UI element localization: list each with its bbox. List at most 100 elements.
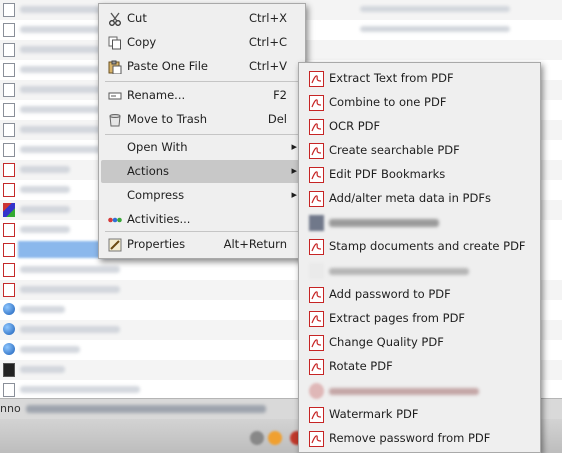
shortcut-label: Ctrl+X	[249, 11, 287, 25]
pdf-icon	[309, 167, 324, 183]
action-ocr[interactable]: OCR PDF	[301, 115, 538, 138]
menu-item-compress[interactable]: Compress ▸	[101, 184, 303, 207]
pdf-icon	[309, 143, 324, 159]
menu-item-label: Copy	[127, 35, 157, 49]
menu-item-move-to-trash[interactable]: Move to Trash Del	[101, 108, 303, 131]
context-menu: Cut Ctrl+X Copy Ctrl+C Paste One File Ct…	[98, 3, 306, 259]
menu-item-label: Cut	[127, 11, 147, 25]
taskbar-app-icon[interactable]	[250, 431, 264, 445]
properties-icon	[108, 238, 122, 252]
action-stamp[interactable]: Stamp documents and create PDF	[301, 235, 538, 258]
pdf-file-icon	[3, 223, 15, 237]
menu-item-cut[interactable]: Cut Ctrl+X	[101, 7, 303, 30]
pdf-icon	[309, 119, 324, 135]
action-watermark[interactable]: Watermark PDF	[301, 403, 538, 426]
pdf-icon	[309, 239, 324, 255]
menu-item-properties[interactable]: Properties Alt+Return	[101, 233, 303, 256]
text-file-icon	[3, 383, 15, 397]
text-file-icon	[3, 123, 15, 137]
text-file-icon	[3, 43, 15, 57]
pdf-icon	[309, 431, 324, 447]
blank-icon	[309, 263, 324, 279]
text-file-icon	[3, 23, 15, 37]
action-label: Change Quality PDF	[329, 335, 444, 349]
action-add-password[interactable]: Add password to PDF	[301, 283, 538, 306]
blank-icon	[309, 383, 324, 399]
pdf-file-icon	[3, 263, 15, 277]
action-edit-bookmarks[interactable]: Edit PDF Bookmarks	[301, 163, 538, 186]
action-extract-text[interactable]: Extract Text from PDF	[301, 67, 538, 90]
action-label: Edit PDF Bookmarks	[329, 167, 446, 181]
action-meta-data[interactable]: Add/alter meta data in PDFs	[301, 187, 538, 210]
action-remove-password[interactable]: Remove password from PDF	[301, 427, 538, 450]
action-label: Stamp documents and create PDF	[329, 239, 526, 253]
activities-icon	[108, 213, 122, 227]
action-rotate[interactable]: Rotate PDF	[301, 355, 538, 378]
menu-item-label: Properties	[127, 237, 186, 251]
html-file-icon	[3, 323, 15, 335]
menu-item-label: Paste One File	[127, 59, 209, 73]
action-change-quality[interactable]: Change Quality PDF	[301, 331, 538, 354]
copy-icon	[108, 36, 122, 50]
chevron-right-icon: ▸	[291, 164, 297, 177]
action-label: Rotate PDF	[329, 359, 393, 373]
action-label: OCR PDF	[329, 119, 381, 133]
menu-item-rename[interactable]: Rename... F2	[101, 84, 303, 107]
menu-item-open-with[interactable]: Open With ▸	[101, 136, 303, 159]
action-label: Add/alter meta data in PDFs	[329, 191, 491, 205]
text-file-icon	[3, 83, 15, 97]
taskbar-app-icon[interactable]	[268, 431, 282, 445]
text-file-icon	[3, 143, 15, 157]
menu-separator	[105, 81, 299, 82]
scissors-icon	[108, 12, 122, 26]
text-file-icon	[3, 63, 15, 77]
paste-icon	[108, 60, 122, 75]
chevron-right-icon: ▸	[291, 140, 297, 153]
pdf-icon	[309, 95, 324, 111]
menu-item-label: Rename...	[127, 88, 186, 102]
shortcut-label: Ctrl+V	[249, 59, 287, 73]
shortcut-label: Ctrl+C	[248, 35, 287, 49]
action-label: Extract Text from PDF	[329, 71, 454, 85]
pdf-icon	[309, 287, 324, 303]
actions-submenu: Extract Text from PDF Combine to one PDF…	[298, 62, 541, 453]
action-label: Add password to PDF	[329, 287, 451, 301]
pdf-icon	[309, 359, 324, 375]
menu-item-label: Activities...	[127, 212, 191, 226]
text-file-icon	[3, 103, 15, 117]
html-file-icon	[3, 303, 15, 315]
action-label: Remove password from PDF	[329, 431, 491, 445]
menu-item-label: Move to Trash	[127, 112, 208, 126]
film-icon	[309, 215, 324, 231]
menu-item-label: Compress	[127, 188, 185, 202]
image-file-icon	[3, 203, 15, 217]
menu-item-activities[interactable]: Activities...	[101, 208, 303, 231]
rename-icon	[108, 89, 122, 103]
action-obscured[interactable]	[301, 259, 538, 282]
action-obscured[interactable]	[301, 379, 538, 402]
pdf-icon	[309, 191, 324, 207]
pdf-file-icon	[3, 163, 15, 177]
action-obscured[interactable]	[301, 211, 538, 234]
status-text: nno	[0, 402, 21, 415]
menu-item-paste[interactable]: Paste One File Ctrl+V	[101, 55, 303, 78]
chevron-right-icon: ▸	[291, 188, 297, 201]
pdf-file-icon	[3, 183, 15, 197]
menu-item-label: Open With	[127, 140, 188, 154]
pdf-icon	[309, 311, 324, 327]
menu-item-copy[interactable]: Copy Ctrl+C	[101, 31, 303, 54]
action-label: Combine to one PDF	[329, 95, 447, 109]
action-combine[interactable]: Combine to one PDF	[301, 91, 538, 114]
text-file-icon	[3, 3, 15, 17]
menu-item-actions[interactable]: Actions ▸	[101, 160, 303, 183]
shortcut-label: Alt+Return	[223, 237, 287, 251]
menu-separator	[105, 134, 299, 135]
pdf-icon	[309, 407, 324, 423]
script-file-icon	[3, 363, 15, 377]
trash-icon	[108, 113, 122, 127]
action-extract-pages[interactable]: Extract pages from PDF	[301, 307, 538, 330]
action-create-searchable[interactable]: Create searchable PDF	[301, 139, 538, 162]
shortcut-label: Del	[267, 112, 287, 126]
action-label: Create searchable PDF	[329, 143, 460, 157]
shortcut-label: F2	[273, 88, 287, 102]
